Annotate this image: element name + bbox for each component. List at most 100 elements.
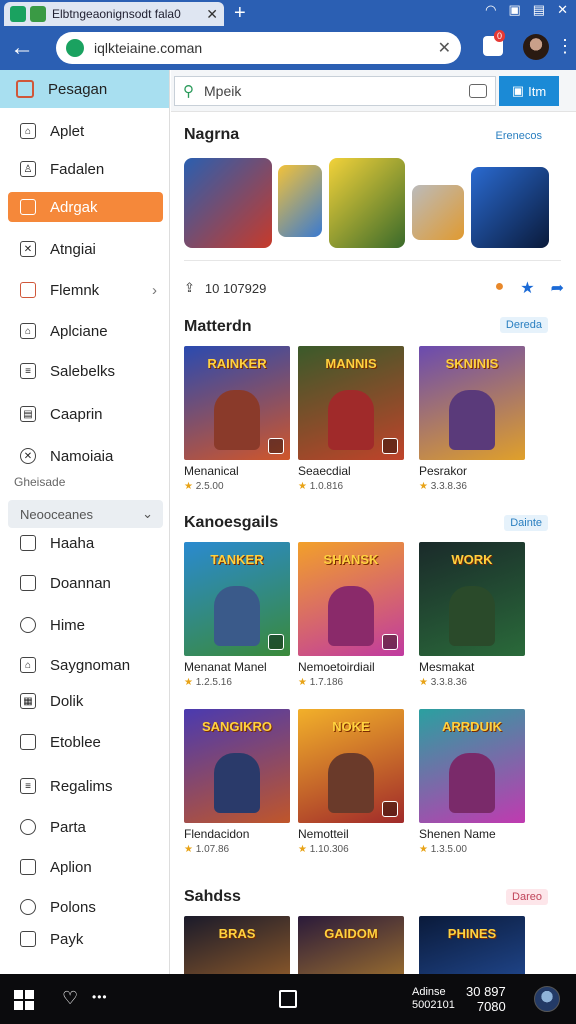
note-icon: ≡	[20, 778, 36, 794]
game-card[interactable]: SHANSK Nemoetoirdiail ★ 1.7.186	[298, 542, 404, 688]
sidebar-item[interactable]: Hime	[8, 610, 163, 640]
calendar-icon	[20, 734, 36, 750]
game-mini-icon	[382, 438, 398, 454]
sidebar-item[interactable]: Etoblee	[8, 727, 163, 757]
new-tab-button[interactable]: +	[234, 2, 246, 25]
game-card[interactable]: SKNINIS Pesrakor ★ 3.3.8.36	[419, 346, 525, 492]
game-hero-art	[328, 753, 374, 813]
search-placeholder: Mpeik	[204, 83, 242, 99]
sidebar-item[interactable]: ✕ Namoiaia	[8, 441, 163, 471]
taskbar-avatar[interactable]	[534, 986, 560, 1012]
url-text[interactable]: iqlkteiaine.coman	[94, 40, 438, 56]
url-field[interactable]: iqlkteiaine.coman ✕	[56, 32, 461, 64]
site-security-icon	[66, 39, 84, 57]
address-bar-row: ← iqlkteiaine.coman ✕ 0 ⋮	[0, 26, 576, 70]
sidebar-section-toggle[interactable]: Neooceanes ⌄	[8, 500, 163, 528]
sidebar-item-label: Dolik	[50, 692, 84, 710]
game-card[interactable]: ARRDUIK Shenen Name ★ 1.3.5.00	[419, 709, 525, 855]
camera-icon[interactable]	[469, 84, 487, 98]
game-hero-art	[449, 753, 495, 813]
game-card[interactable]: RAINKER Menanical ★ 2.5.00	[184, 346, 290, 492]
main-content: ⚲ Mpeik ▣ Itm Nagrna Erenecos ⇪ 10 10792…	[171, 70, 576, 974]
sidebar-item[interactable]: ≡ Salebelks	[8, 356, 163, 386]
task-view-icon[interactable]	[279, 990, 297, 1008]
sidebar-item[interactable]: Doannan	[8, 568, 163, 598]
game-card[interactable]: BRAS	[184, 916, 290, 974]
sidebar-item[interactable]: ▦ Dolik	[8, 686, 163, 716]
sidebar-item[interactable]: Aplion	[8, 852, 163, 882]
rating-value: 1.10.306	[309, 844, 349, 855]
search-icon: ⚲	[183, 83, 194, 100]
search-input[interactable]: ⚲ Mpeik	[174, 76, 496, 106]
sidebar-item-label: Namoiaia	[50, 447, 114, 465]
search-button[interactable]: ▣ Itm	[499, 76, 559, 106]
share-icon[interactable]: ⇪	[184, 280, 195, 296]
status-line: 5002101	[412, 999, 455, 1011]
taskbar-search-icon[interactable]: ♡	[62, 988, 78, 1009]
game-card[interactable]: MANNIS Seaecdial ★ 1.0.816	[298, 346, 404, 492]
sidebar-item-active[interactable]: Adrgak	[8, 192, 163, 222]
featured-game-icon[interactable]	[329, 158, 405, 248]
game-art: MANNIS	[298, 346, 404, 460]
coin-icon[interactable]: ●	[495, 278, 505, 298]
sidebar-header[interactable]: Pesagan	[0, 70, 169, 108]
forward-arrow-icon[interactable]: ➦	[551, 278, 564, 298]
featured-game-icon[interactable]	[412, 185, 464, 240]
sidebar-item[interactable]: ⌂ Aplet	[8, 116, 163, 146]
menu-dots-icon[interactable]: ⋮	[556, 36, 574, 57]
game-card[interactable]: PHINES	[419, 916, 525, 974]
featured-link[interactable]: Erenecos	[490, 128, 548, 144]
sidebar-item[interactable]: Flemnk ›	[8, 275, 163, 305]
sidebar-item[interactable]: ⌂ Saygnoman	[8, 650, 163, 680]
sidebar-item-label: Doannan	[50, 574, 111, 592]
featured-game-icon[interactable]	[278, 165, 322, 237]
search-button-icon: ▣	[511, 83, 525, 98]
section-title: Kanoesgails	[184, 514, 279, 531]
home-icon: ⌂	[20, 323, 36, 339]
game-art: GAIDOM	[298, 916, 404, 974]
taskbar-clock[interactable]: 30 897 7080	[466, 984, 506, 1014]
sidebar-item[interactable]: Payk	[8, 924, 163, 954]
restore-icon[interactable]: ▣	[509, 2, 521, 18]
game-card[interactable]: SANGIKRO Flendacidon ★ 1.07.86	[184, 709, 290, 855]
minimize-icon[interactable]: ▤	[533, 2, 545, 18]
sidebar-item[interactable]: Haaha	[8, 528, 163, 558]
game-card[interactable]: WORK Mesmakat ★ 3.3.8.36	[419, 542, 525, 688]
clear-url-icon[interactable]: ✕	[438, 38, 451, 58]
star-icon[interactable]: ★	[520, 278, 534, 298]
game-rating: ★ 2.5.00	[184, 481, 290, 492]
sidebar-item[interactable]: ⌂ Aplciane	[8, 316, 163, 346]
game-art: WORK	[419, 542, 525, 656]
grid-icon: ▦	[20, 693, 36, 709]
game-card[interactable]: GAIDOM	[298, 916, 404, 974]
taskbar-more-icon[interactable]: •••	[92, 990, 108, 1004]
game-card[interactable]: TANKER Menanat Manel ★ 1.2.5.16	[184, 542, 290, 688]
game-art-title: PHINES	[447, 926, 497, 941]
close-window-icon[interactable]: ✕	[557, 2, 568, 18]
sidebar-item[interactable]: Parta	[8, 812, 163, 842]
section-link[interactable]: Dareo	[506, 889, 548, 905]
featured-game-icon[interactable]	[184, 158, 272, 248]
section-link[interactable]: Dainte	[504, 515, 548, 531]
tab-close-icon[interactable]: ✕	[206, 6, 218, 23]
site-favicon-icon	[30, 6, 46, 22]
sidebar-item[interactable]: ≡ Regalims	[8, 771, 163, 801]
game-card[interactable]: NOKE Nemotteil ★ 1.10.306	[298, 709, 404, 855]
game-name: Nemoetoirdiail	[298, 660, 375, 674]
divider	[184, 260, 561, 261]
profile-avatar[interactable]	[523, 34, 549, 60]
sidebar-item[interactable]: Polons	[8, 892, 163, 922]
featured-game-icon[interactable]	[471, 167, 549, 248]
section-title: Sahdss	[184, 888, 241, 905]
sidebar-item[interactable]: ✕ Atngiai	[8, 234, 163, 264]
rating-star-icon: ★	[298, 481, 307, 492]
back-arrow-icon[interactable]: ←	[0, 34, 44, 62]
game-name: Pesrakor	[419, 464, 468, 478]
sidebar-item[interactable]: ▤ Caaprin	[8, 399, 163, 429]
game-hero-art	[449, 586, 495, 646]
sidebar-item[interactable]: ♙ Fadalen	[8, 154, 163, 184]
browser-tab[interactable]: Elbtngeaonignsodt fala0 ✕	[4, 2, 224, 26]
section-link[interactable]: Dereda	[499, 317, 548, 333]
windows-start-icon[interactable]	[14, 990, 34, 1010]
sidebar-subtext: Gheisade	[14, 475, 66, 489]
